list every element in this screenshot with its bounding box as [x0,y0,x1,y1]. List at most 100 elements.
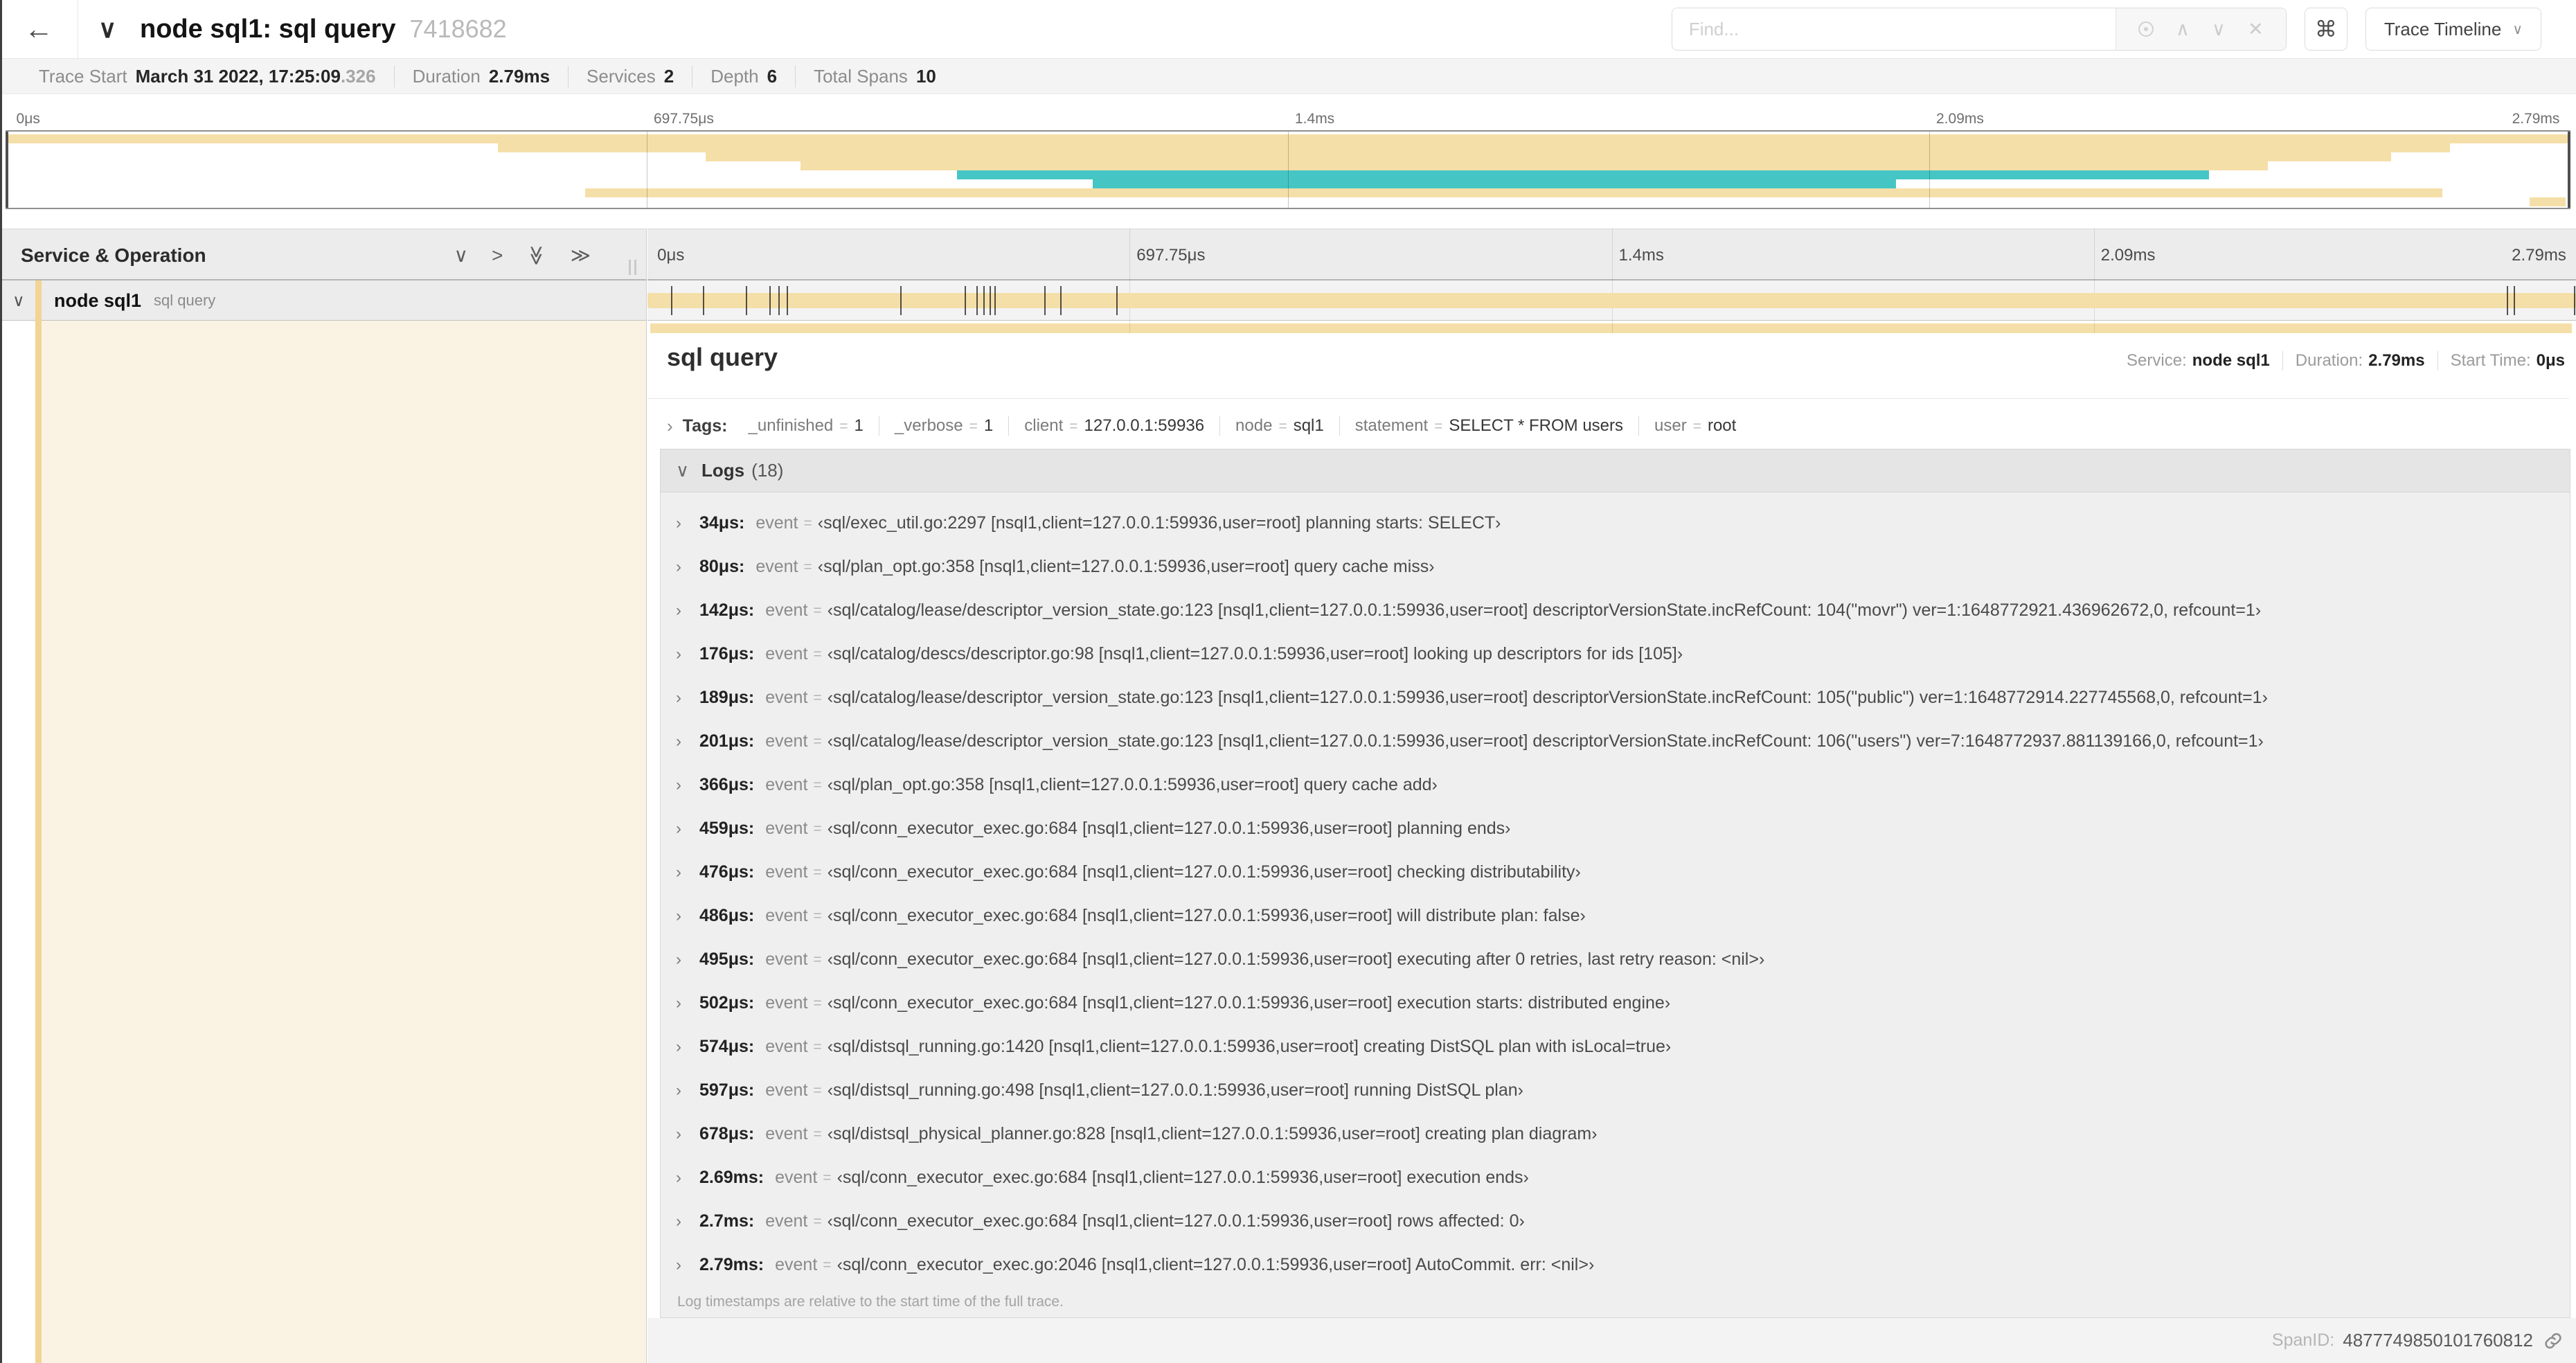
collapse-title-button[interactable]: ∨ [98,0,116,58]
equals-sign: = [813,864,822,880]
log-row[interactable]: › 678μs: event = ‹sql/distsql_physical_p… [661,1112,2570,1156]
command-icon: ⌘ [2314,17,2337,42]
back-button[interactable]: ← [0,0,78,58]
log-marker-tick[interactable] [1059,286,1062,315]
log-marker-tick[interactable] [778,286,780,315]
divider [2282,351,2283,371]
log-marker-tick[interactable] [1116,286,1118,315]
log-field-key: event [765,950,808,969]
timeline-gridline [2093,229,2095,333]
log-row[interactable]: › 495μs: event = ‹sql/conn_executor_exec… [661,938,2570,981]
log-marker-tick[interactable] [976,286,978,315]
log-row[interactable]: › 502μs: event = ‹sql/conn_executor_exec… [661,981,2570,1025]
log-row[interactable]: › 574μs: event = ‹sql/distsql_running.go… [661,1025,2570,1069]
tags-accordion[interactable]: › Tags: _unfinished = 1 _verbose = 1 cli… [657,408,2569,444]
log-row[interactable]: › 201μs: event = ‹sql/catalog/lease/desc… [661,720,2570,763]
log-row[interactable]: › 142μs: event = ‹sql/catalog/lease/desc… [661,589,2570,632]
minimap-ruler: 0μs 697.75μs 1.4ms 2.09ms 2.79ms [6,94,2570,130]
log-marker-tick[interactable] [994,286,996,315]
equals-sign: = [813,820,822,837]
log-row[interactable]: › 189μs: event = ‹sql/catalog/lease/desc… [661,676,2570,720]
stat-label: Trace Start [39,65,127,87]
log-marker-tick[interactable] [900,286,902,315]
service-operation-header: Service & Operation ∨ > ≫ ≫ [0,229,646,280]
log-field-key: event [765,731,808,751]
span-service-name: node sql1 sql query [54,280,215,321]
prev-result-button[interactable]: ∧ [2176,18,2190,39]
equals-sign: = [1278,418,1287,434]
equals-sign: = [813,645,822,662]
tag-item: _unfinished = 1 [733,416,879,436]
log-row[interactable]: › 366μs: event = ‹sql/plan_opt.go:358 [n… [661,763,2570,807]
log-marker-tick[interactable] [745,286,747,315]
expand-all-button[interactable]: ≫ [571,245,591,265]
equals-sign: = [813,1038,822,1055]
double-chevron-down-icon: ≫ [526,244,548,266]
log-row[interactable]: › 2.7ms: event = ‹sql/conn_executor_exec… [661,1200,2570,1243]
log-row[interactable]: › 2.79ms: event = ‹sql/conn_executor_exe… [661,1243,2570,1287]
stat-label: Depth [710,65,759,87]
locate-icon[interactable] [2138,21,2154,37]
log-marker-tick[interactable] [2507,286,2509,315]
ruler-tick-label: 697.75μs [654,111,714,127]
log-marker-tick[interactable] [983,286,985,315]
timeline-minimap[interactable] [6,130,2570,209]
trace-stat: Services 2 [568,65,692,87]
chevron-right-icon: › [676,1168,681,1187]
log-field-key: event [765,819,808,838]
log-row[interactable]: › 486μs: event = ‹sql/conn_executor_exec… [661,894,2570,938]
next-result-button[interactable]: ∨ [2212,19,2226,39]
log-row[interactable]: › 459μs: event = ‹sql/conn_executor_exec… [661,807,2570,850]
log-field-key: event [755,557,798,576]
log-marker-tick[interactable] [2514,286,2516,315]
ruler-tick-label: 2.09ms [2100,245,2156,265]
log-row[interactable]: › 34μs: event = ‹sql/exec_util.go:2297 [… [661,501,2570,545]
minimap-span-bar [585,188,2442,197]
log-marker-tick[interactable] [990,286,992,315]
duration-label: Duration: [2295,351,2363,370]
span-duration-bar[interactable] [647,293,2576,308]
log-marker-tick[interactable] [670,286,672,315]
log-marker-tick[interactable] [769,286,771,315]
span-row-name-cell[interactable]: ∨ node sql1 sql query [0,280,646,321]
collapse-all-button[interactable]: ≫ [526,244,548,266]
log-marker-tick[interactable] [965,286,967,315]
tag-value: 1 [983,416,994,435]
log-field-value: ‹sql/conn_executor_exec.go:684 [nsql1,cl… [827,819,1511,838]
column-resize-grip[interactable] [629,260,636,275]
log-marker-tick[interactable] [702,286,704,315]
log-timestamp: 176μs: [699,644,755,663]
span-collapse-button[interactable]: ∨ [12,280,25,321]
log-field-key: event [765,775,808,794]
minimap-left-scrubber[interactable] [6,132,8,208]
keyboard-shortcuts-button[interactable]: ⌘ [2304,8,2347,51]
logs-accordion-header[interactable]: ∨ Logs (18) [661,449,2570,492]
log-marker-tick[interactable] [1044,286,1046,315]
column-divider[interactable] [646,229,647,1363]
find-input[interactable] [1672,8,2116,50]
minimap-right-scrubber[interactable] [2568,132,2570,208]
equals-sign: = [1069,418,1078,434]
log-row[interactable]: › 476μs: event = ‹sql/conn_executor_exec… [661,850,2570,894]
equals-sign: = [803,558,812,575]
chevron-right-icon: › [676,906,681,925]
equals-sign: = [1434,418,1443,434]
collapse-one-button[interactable]: ∨ [454,245,469,265]
tag-item: user = root [1638,416,1751,436]
log-marker-tick[interactable] [786,286,788,315]
chevron-up-icon: ∧ [2176,18,2190,39]
log-field-value: ‹sql/distsql_physical_planner.go:828 [ns… [827,1124,1598,1143]
log-row[interactable]: › 597μs: event = ‹sql/distsql_running.go… [661,1069,2570,1112]
log-timestamp: 2.7ms: [699,1211,755,1231]
log-field-key: event [765,906,808,925]
view-dropdown[interactable]: Trace Timeline ∨ [2365,8,2541,51]
log-row[interactable]: › 2.69ms: event = ‹sql/conn_executor_exe… [661,1156,2570,1200]
expand-one-button[interactable]: > [492,245,503,265]
log-marker-tick[interactable] [2574,286,2576,315]
clear-find-button[interactable]: ✕ [2248,19,2264,39]
log-field-value: ‹sql/conn_executor_exec.go:684 [nsql1,cl… [827,950,1765,969]
log-row[interactable]: › 80μs: event = ‹sql/plan_opt.go:358 [ns… [661,545,2570,589]
chevron-right-icon: › [676,513,681,533]
link-icon[interactable] [2543,1330,2564,1351]
log-row[interactable]: › 176μs: event = ‹sql/catalog/descs/desc… [661,632,2570,676]
